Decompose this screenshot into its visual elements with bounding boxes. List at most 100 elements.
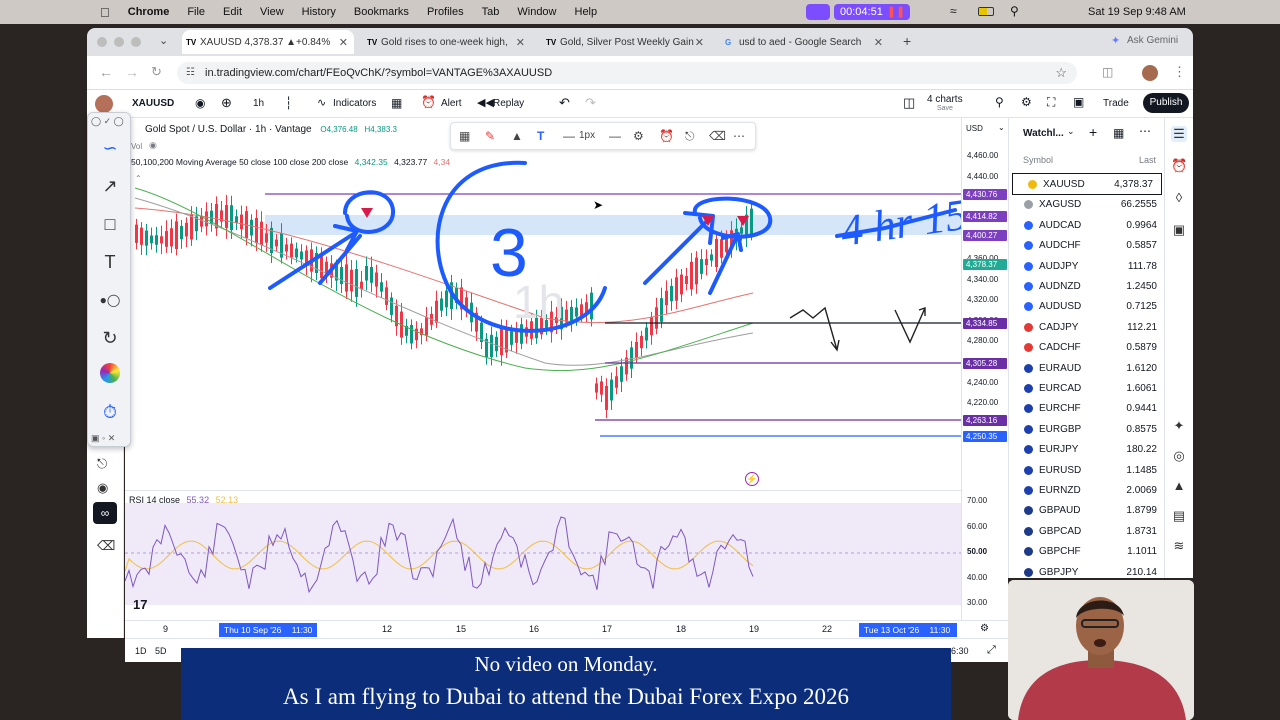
settings-icon[interactable]: ⚙ — [633, 129, 644, 143]
tab-google-search[interactable]: G usd to aed - Google Search ✕ — [721, 30, 889, 54]
price-tag[interactable]: 4,305.28 — [963, 358, 1007, 369]
menu-window[interactable]: Window — [517, 6, 556, 18]
rotate-tool-icon[interactable]: ↻ — [99, 327, 121, 349]
watchlist-row[interactable]: GBPCHF 1.1011 — [1009, 541, 1165, 561]
target-icon[interactable]: ◎ — [1171, 448, 1187, 464]
lightning-icon[interactable]: ⚡ — [745, 472, 759, 486]
bookmark-star-icon[interactable]: ☆ — [1055, 62, 1067, 84]
menu-help[interactable]: Help — [575, 6, 598, 18]
menu-profiles[interactable]: Profiles — [427, 6, 464, 18]
new-tab-button[interactable]: + — [903, 33, 911, 49]
rectangle-tool-icon[interactable]: □ — [99, 213, 121, 235]
trash-icon[interactable]: ⌫ — [709, 129, 726, 143]
screen-record-icon[interactable] — [806, 4, 830, 20]
currency-label[interactable]: USD — [966, 124, 983, 133]
text-tool-icon[interactable]: T — [99, 251, 121, 273]
interval-button[interactable]: 1h — [253, 98, 264, 109]
indicators-button[interactable]: Indicators — [333, 98, 376, 109]
price-tag[interactable]: 4,334.85 — [963, 318, 1007, 329]
visibility-icon[interactable]: ◉ — [149, 140, 157, 151]
templates-icon[interactable]: ▦ — [391, 96, 402, 110]
range-1d-button[interactable]: 1D — [135, 646, 147, 656]
watchlist-row[interactable]: EURJPY 180.22 — [1009, 439, 1165, 459]
window-close-control[interactable] — [97, 37, 107, 47]
fill-color-icon[interactable]: ▲ — [511, 129, 523, 143]
axis-menu-icon[interactable]: ⌄ — [998, 123, 1005, 132]
path-tool-icon[interactable]: ●◯ — [99, 289, 121, 311]
expand-icon[interactable]: ⤢ — [987, 644, 996, 657]
battery-icon[interactable] — [978, 7, 994, 16]
extensions-icon[interactable]: ◫ — [1102, 65, 1113, 79]
price-tag[interactable]: 4,250.35 — [963, 431, 1007, 442]
alert-icon[interactable]: ⏰ — [421, 95, 436, 109]
brush-tool-icon[interactable]: ∽ — [99, 137, 121, 159]
chart-type-icon[interactable]: ┆ — [285, 96, 292, 110]
alerts-icon[interactable]: ⏰ — [1171, 158, 1187, 174]
col-last-header[interactable]: Last — [1139, 155, 1156, 165]
profile-avatar[interactable] — [1142, 65, 1158, 81]
watchlist-row[interactable]: AUDNZD 1.2450 — [1009, 276, 1165, 296]
eye-icon[interactable]: ◉ — [97, 480, 108, 496]
reload-icon[interactable]: ↻ — [151, 64, 162, 80]
watchlist-row[interactable]: EURCHF 0.9441 — [1009, 398, 1165, 418]
watchlist-row[interactable]: AUDJPY 111.78 — [1009, 256, 1165, 276]
watchlist-row[interactable]: EURUSD 1.1485 — [1009, 460, 1165, 480]
broadcast-icon[interactable]: ≋ — [1171, 538, 1187, 554]
compare-icon[interactable]: ◉ — [195, 96, 205, 110]
time-axis[interactable]: 9 12 15 16 17 18 19 22 Thu 10 Sep '26 11:30 Tue… — [125, 620, 1008, 638]
more-icon[interactable]: ⋯ — [1139, 124, 1151, 138]
watchlist-title[interactable]: Watchl... — [1023, 128, 1064, 139]
trash-icon[interactable]: ⌫ — [97, 538, 115, 554]
line-dash-icon[interactable]: — — [609, 129, 621, 143]
hotlist-icon[interactable]: ▲ — [1171, 478, 1187, 494]
tab-xauusd[interactable]: TV XAUUSD 4,378.37 ▲+0.84% ✕ — [182, 30, 354, 54]
calendar-icon[interactable]: ▤ — [1171, 508, 1187, 524]
tab-search-icon[interactable]: ⌄ — [159, 34, 168, 47]
timer-tool-icon[interactable]: ⏱ — [99, 401, 121, 423]
redo-icon[interactable]: ↷ — [585, 95, 596, 111]
watchlist-row[interactable]: GBPCAD 1.8731 — [1009, 521, 1165, 541]
panel-pin-icon[interactable]: ◯ ✓ ◯ — [91, 116, 124, 127]
price-axis[interactable]: USD ⌄ 4,460.004,440.004,420.004,400.004,… — [961, 118, 1008, 620]
watchlist-row[interactable]: GBPJPY 210.14 — [1009, 562, 1165, 582]
menu-app-name[interactable]: Chrome — [128, 6, 170, 18]
watchlist-row[interactable]: GBPAUD 1.8799 — [1009, 500, 1165, 520]
chat-icon[interactable]: ▣ — [1171, 222, 1187, 238]
advanced-view-icon[interactable]: ▦ — [1113, 126, 1124, 140]
watchlist-menu-icon[interactable]: ⌄ — [1067, 126, 1075, 137]
wifi-icon[interactable]: ≈ — [950, 4, 957, 18]
axis-settings-icon[interactable]: ⚙ — [980, 623, 989, 634]
more-icon[interactable]: ⋯ — [733, 129, 745, 143]
settings-icon[interactable]: ⚙ — [1021, 95, 1032, 109]
ideas-icon[interactable]: ✦ — [1171, 418, 1187, 434]
range-5d-button[interactable]: 5D — [155, 646, 167, 656]
text-color-icon[interactable]: T — [537, 129, 544, 143]
datetime[interactable]: Sat 19 Sep 9:48 AM — [1088, 6, 1186, 18]
menu-file[interactable]: File — [187, 6, 205, 18]
chrome-menu-icon[interactable]: ⋮ — [1173, 64, 1186, 80]
gemini-icon[interactable]: ✦ — [1111, 34, 1120, 47]
window-zoom-control[interactable] — [131, 37, 141, 47]
close-tab-icon[interactable]: ✕ — [339, 36, 348, 49]
search-icon[interactable]: ⚲ — [1010, 4, 1019, 18]
menu-view[interactable]: View — [260, 6, 284, 18]
layers-icon[interactable]: ◊ — [1171, 190, 1187, 206]
close-tab-icon[interactable]: ✕ — [516, 36, 525, 49]
add-symbol-icon[interactable]: ⊕ — [221, 95, 232, 111]
watchlist-icon[interactable]: ☰ — [1171, 126, 1187, 142]
quick-search-icon[interactable]: ⚲ — [995, 95, 1004, 109]
menu-edit[interactable]: Edit — [223, 6, 242, 18]
close-tab-icon[interactable]: ✕ — [874, 36, 883, 49]
ask-gemini-button[interactable]: Ask Gemini — [1127, 35, 1178, 46]
price-chart[interactable]: 3 4 hr 15 1h Gold Spot / U.S. Dollar · 1… — [125, 118, 961, 490]
symbol-search-button[interactable]: XAUUSD — [132, 98, 174, 109]
recording-timer[interactable]: 00:04:51 ❚❚ — [834, 4, 910, 20]
user-avatar[interactable] — [95, 95, 113, 113]
watchlist-row[interactable]: CADCHF 0.5879 — [1009, 337, 1165, 357]
snapshot-icon[interactable]: ▣ — [1073, 95, 1084, 109]
replay-button[interactable]: Replay — [493, 98, 524, 109]
tab-gold-rises[interactable]: TV Gold rises to one-week high, ✕ — [363, 30, 531, 54]
watchlist-row[interactable]: EURAUD 1.6120 — [1009, 358, 1165, 378]
forward-icon[interactable]: → — [125, 64, 139, 80]
lock-icon[interactable]: ⎋ — [97, 456, 107, 472]
